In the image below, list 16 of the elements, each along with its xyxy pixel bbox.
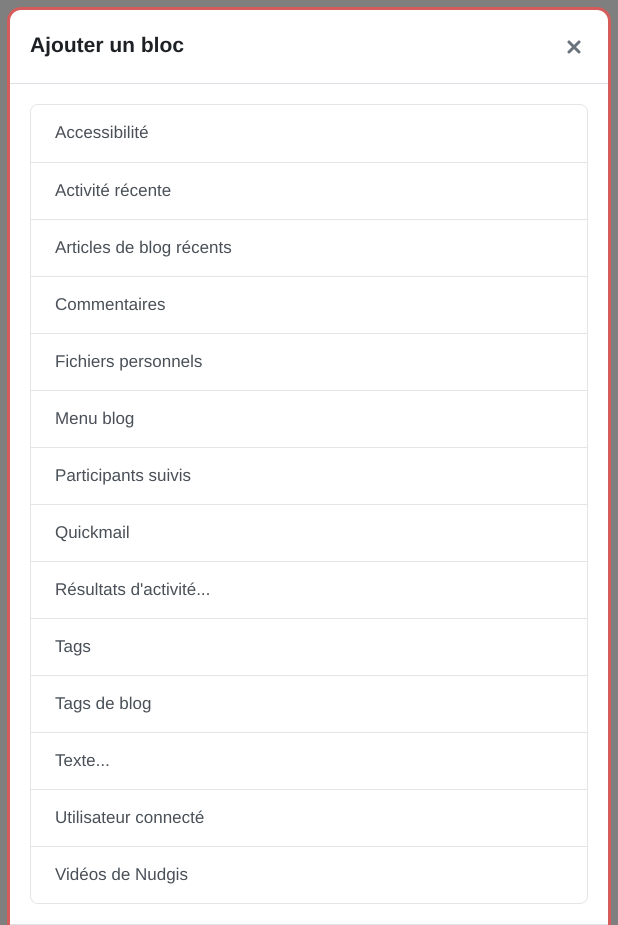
block-list-item[interactable]: Texte... (31, 732, 587, 789)
block-list-item[interactable]: Vidéos de Nudgis (31, 846, 587, 903)
block-list-item[interactable]: Activité récente (31, 162, 587, 219)
block-list-item[interactable]: Utilisateur connecté (31, 789, 587, 846)
block-list-item[interactable]: Articles de blog récents (31, 219, 587, 276)
dialog-title: Ajouter un bloc (30, 33, 184, 60)
block-list-item[interactable]: Tags (31, 618, 587, 675)
block-list-item[interactable]: Menu blog (31, 390, 587, 447)
block-list-item[interactable]: Quickmail (31, 504, 587, 561)
block-list-item[interactable]: Tags de blog (31, 675, 587, 732)
close-icon (567, 40, 581, 54)
block-list-item[interactable]: Résultats d'activité... (31, 561, 587, 618)
block-list-item[interactable]: Participants suivis (31, 447, 587, 504)
block-list-item[interactable]: Accessibilité (31, 105, 587, 162)
block-list-item[interactable]: Commentaires (31, 276, 587, 333)
block-list-item[interactable]: Fichiers personnels (31, 333, 587, 390)
